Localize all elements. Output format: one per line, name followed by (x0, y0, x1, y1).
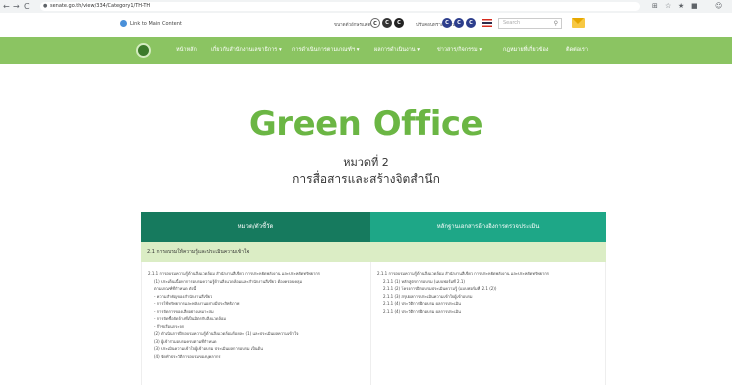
site-logo[interactable] (136, 43, 151, 58)
contrast-yellow-button[interactable]: C (466, 18, 476, 28)
extension-icon[interactable]: ⊞ (652, 2, 658, 11)
list-item: (1) ประเด็นเนื้อหาการอบรมความรู้ด้านสิ่ง… (154, 278, 303, 284)
list-item: - ความสำคัญของสำนักงานสีเขียว (154, 293, 213, 299)
font-size-large-button[interactable]: C (394, 18, 404, 28)
search-placeholder: Search (503, 20, 521, 26)
evidence-link[interactable]: 2.1.1 (2) โครงการฝึกอบรมประเมินความรู้ (… (377, 285, 599, 293)
table-header-criteria: หมวด/ตัวชี้วัด (141, 212, 370, 242)
search-input[interactable]: Search ⚲ (498, 18, 562, 29)
list-item: - การใช้ทรัพยากรและพลังงานอย่างมีประสิทธ… (154, 301, 240, 306)
page-title: Green Office (248, 104, 484, 144)
criteria-column: 2.1.1 การอบรมความรู้ด้านสิ่งแวดล้อม สำนั… (141, 262, 370, 385)
list-item: (4) จัดทำประวัติการอบรมของบุคลากร (154, 353, 221, 359)
list-item: 2.1.1 การอบรมความรู้ด้านสิ่งแวดล้อม สำนั… (377, 271, 549, 276)
contrast-dark-button[interactable]: C (454, 18, 464, 28)
list-item: 2.1.1 การอบรมความรู้ด้านสิ่งแวดล้อม สำนั… (148, 271, 320, 276)
back-icon[interactable]: ← (3, 1, 10, 12)
menu-item-criteria[interactable]: การดำเนินการตามเกณฑ์ฯ ▾ (292, 46, 360, 54)
menu-item-about[interactable]: เกี่ยวกับสำนักงานเลขาธิการ ▾ (211, 46, 282, 54)
menu-item-contact[interactable]: ติดต่อเรา (566, 46, 588, 54)
skip-link-label: Link to Main Content (130, 21, 182, 27)
address-bar[interactable]: ● senate.go.th/view/334/Category1/TH-TH (40, 2, 640, 11)
font-size-small-button[interactable]: C (370, 18, 380, 28)
forward-icon[interactable]: → (13, 1, 20, 12)
category-heading: หมวดที่ 2 (343, 156, 389, 169)
extension-star-icon[interactable]: ★ (678, 2, 684, 11)
url-text: senate.go.th/view/334/Category1/TH-TH (50, 3, 151, 9)
evidence-link[interactable]: 2.1.1 (3) สรุปผลการประเมินความเข้าใจผู้เ… (377, 293, 599, 301)
accessibility-icon (120, 20, 127, 27)
menu-item-news[interactable]: ข่าวสาร/กิจกรรม ▾ (437, 46, 482, 54)
table-section-row: 2.1 การอบรมให้ความรู้และประเมินความเข้าใ… (141, 242, 606, 262)
contrast-blue-button[interactable]: C (442, 18, 452, 28)
font-size-medium-button[interactable]: C (382, 18, 392, 28)
evidence-link[interactable]: 2.1.1 (1) หลักสูตรการอบรม (แบบฟอร์มที่ 2… (377, 278, 599, 286)
extension-square-icon[interactable]: ■ (691, 2, 698, 11)
list-item: - ก๊าซเรือนกระจก (154, 323, 185, 329)
reload-icon[interactable]: C (24, 1, 30, 12)
table-header-evidence: หลักฐานเอกสารอ้างอิงการตรวจประเมิน (370, 212, 606, 242)
menu-item-results[interactable]: ผลการดำเนินงาน ▾ (374, 46, 420, 54)
profile-avatar-icon[interactable]: ☺ (715, 2, 722, 11)
mail-icon[interactable] (572, 18, 585, 28)
main-navigation: หน้าหลัก เกี่ยวกับสำนักงานเลขาธิการ ▾ กา… (0, 37, 732, 64)
list-item: (3) ประเมินความเข้าใจผู้เข้าอบรม ประเมิน… (154, 346, 263, 351)
evidence-link[interactable]: 2.1.1 (4) ประวัติการฝึกอบรม ผลการประเมิน (377, 308, 599, 316)
list-item: ตามเกณฑ์ที่กำหนด ดังนี้ (154, 286, 197, 291)
list-item: (2) ดำเนินการฝึกอบรมความรู้ด้านสิ่งแวดล้… (154, 331, 299, 336)
evidence-link[interactable]: 2.1.1 (4) ประวัติการฝึกอบรม ผลการประเมิน (377, 300, 599, 308)
list-item: - การจัดซื้อจัดจ้างที่เป็นมิตรกับสิ่งแวด… (154, 316, 227, 321)
evidence-column: 2.1.1 การอบรมความรู้ด้านสิ่งแวดล้อม สำนั… (370, 262, 606, 385)
list-item: - การจัดการของเสียอย่างเหมาะสม (154, 308, 214, 314)
category-subtitle: การสื่อสารและสร้างจิตสำนึก (292, 172, 440, 186)
lock-icon: ● (43, 3, 48, 9)
skip-to-content-link[interactable]: Link to Main Content (120, 20, 182, 27)
list-item: (3) ผู้เข้าร่วมอบรมครบตามที่กำหนด (154, 338, 217, 344)
menu-item-home[interactable]: หน้าหลัก (176, 46, 197, 54)
utility-bar: Link to Main Content ขนาดตัวอักษรแสดงผล … (0, 13, 732, 37)
bookmark-star-icon[interactable]: ☆ (665, 2, 671, 11)
menu-item-laws[interactable]: กฎหมายที่เกี่ยวข้อง (503, 46, 548, 54)
language-flag-icon[interactable] (482, 19, 492, 27)
search-icon[interactable]: ⚲ (554, 19, 558, 28)
browser-toolbar: ← → C ● senate.go.th/view/334/Category1/… (0, 0, 732, 14)
